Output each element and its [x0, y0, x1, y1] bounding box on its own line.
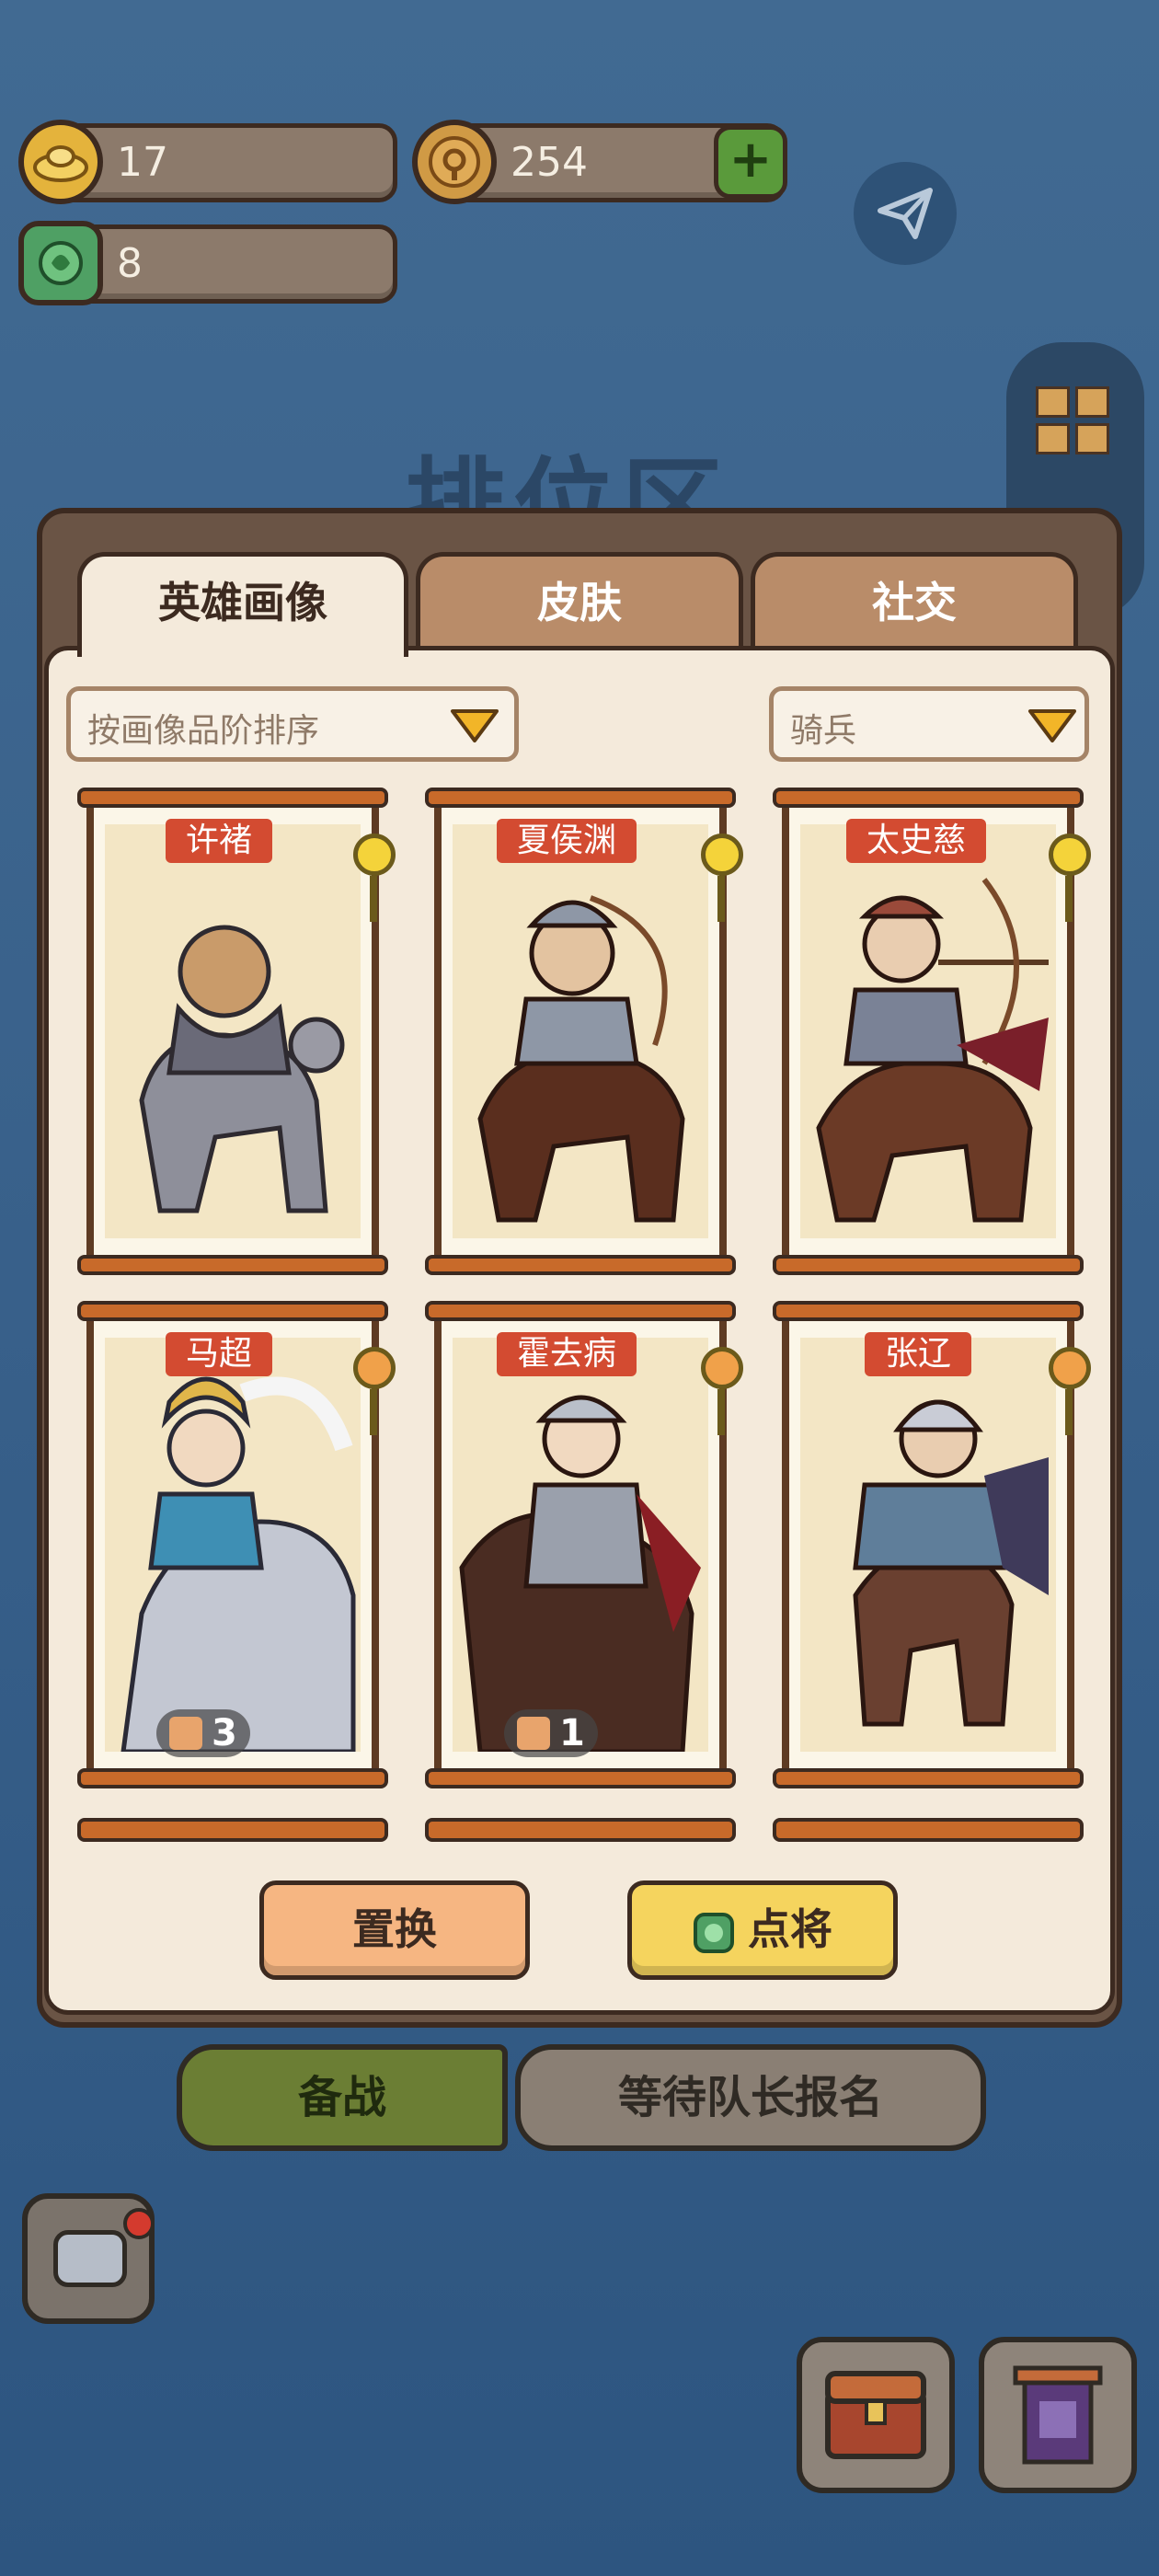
hero-name: 张辽	[865, 1332, 972, 1376]
hero-card-machao[interactable]: 马超 3	[77, 1301, 396, 1788]
troop-type-dropdown[interactable]: 骑兵	[769, 686, 1089, 762]
grid-menu-icon[interactable]	[1036, 386, 1109, 454]
hero-card-partial	[425, 1818, 736, 1842]
plus-icon: +	[729, 130, 773, 190]
hero-card-huoqubing[interactable]: 霍去病 1	[425, 1301, 743, 1788]
hero-name: 夏侯渊	[497, 819, 637, 863]
treasure-chest-button[interactable]	[797, 2337, 955, 2493]
hero-card-partial	[773, 1818, 1084, 1842]
coin-icon	[412, 120, 497, 204]
jade-value: 8	[117, 240, 143, 287]
hero-card-xuchu[interactable]: 许褚	[77, 788, 396, 1275]
chat-button[interactable]	[22, 2193, 155, 2324]
gold-pin-icon	[701, 834, 743, 876]
chevron-down-icon	[451, 709, 499, 742]
hero-portrait	[800, 1338, 1056, 1752]
hero-name: 马超	[166, 1332, 273, 1376]
waiting-captain-status: 等待队长报名	[515, 2044, 986, 2151]
add-coin-button[interactable]: +	[714, 125, 787, 199]
sort-dropdown[interactable]: 按画像品阶排序	[66, 686, 519, 762]
jade-icon	[694, 1912, 734, 1953]
gold-pin-icon	[353, 834, 396, 876]
notification-dot	[123, 2208, 155, 2239]
banner-button[interactable]	[979, 2337, 1137, 2493]
paper-plane-icon	[878, 188, 933, 239]
tab-social[interactable]: 社交	[751, 552, 1078, 653]
orange-pin-icon	[1049, 1347, 1091, 1389]
hero-portrait	[800, 824, 1056, 1238]
chest-icon	[825, 2371, 926, 2459]
sort-dropdown-value: 按画像品阶排序	[87, 712, 320, 750]
coin-value: 254	[511, 139, 588, 186]
gold-ingot-icon	[18, 120, 103, 204]
hero-card-zhangliao[interactable]: 张辽	[773, 1301, 1091, 1788]
gold-pin-icon	[1049, 834, 1091, 876]
jade-icon	[18, 221, 103, 305]
orange-pin-icon	[701, 1347, 743, 1389]
hero-name: 霍去病	[497, 1332, 637, 1376]
hero-fragment-count: 3	[156, 1709, 250, 1757]
troop-type-value: 骑兵	[790, 712, 857, 750]
hero-card-partial	[77, 1818, 388, 1842]
hero-card-xiahouyuan[interactable]: 夏侯渊	[425, 788, 743, 1275]
chevron-down-icon	[1028, 709, 1076, 742]
tab-skin[interactable]: 皮肤	[416, 552, 743, 653]
gold-value: 17	[117, 139, 168, 186]
hero-portrait	[105, 1338, 361, 1752]
banner-icon	[1013, 2365, 1103, 2465]
hero-fragment-count: 1	[504, 1709, 598, 1757]
chat-bubble-icon	[53, 2230, 127, 2287]
hero-portrait	[453, 1338, 708, 1752]
hero-portrait	[105, 824, 361, 1238]
hero-name: 许褚	[166, 819, 273, 863]
share-button[interactable]	[854, 162, 957, 265]
hero-portrait	[453, 824, 708, 1238]
pick-general-button[interactable]: 点将	[627, 1880, 898, 1980]
hero-card-taishici[interactable]: 太史慈	[773, 788, 1091, 1275]
tab-hero-portrait[interactable]: 英雄画像	[77, 552, 408, 657]
scroll-icon	[169, 1717, 202, 1750]
swap-button[interactable]: 置换	[259, 1880, 530, 1980]
ready-button[interactable]: 备战	[177, 2044, 508, 2151]
orange-pin-icon	[353, 1347, 396, 1389]
scroll-icon	[517, 1717, 550, 1750]
hero-name: 太史慈	[846, 819, 987, 863]
